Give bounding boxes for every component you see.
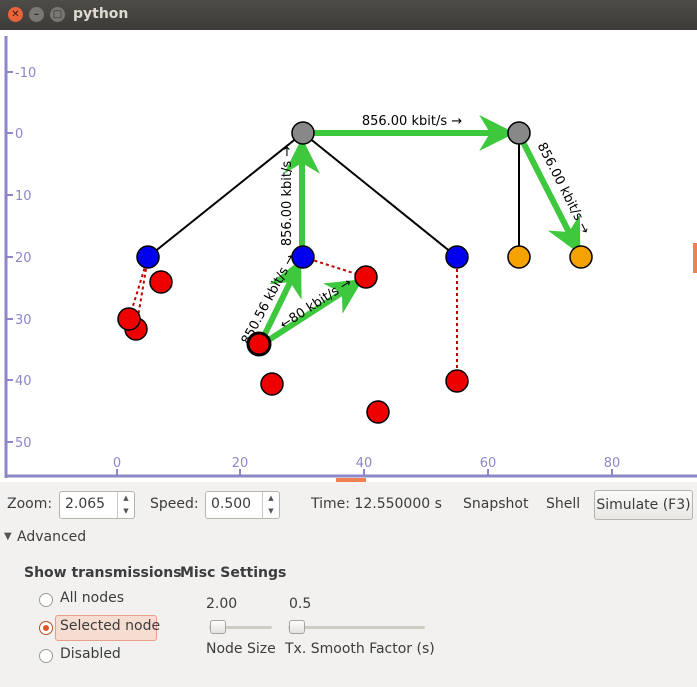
radio-disabled-label[interactable]: Disabled (60, 646, 121, 662)
x-tick-label: 40 (356, 456, 373, 471)
node-blue (445, 245, 469, 269)
node-red (445, 369, 469, 393)
link-label: 856.00 kbit/s → (280, 146, 295, 246)
network-canvas[interactable]: -10 0 10 20 30 40 50 0 20 40 60 80 856.0… (0, 30, 697, 482)
misc-settings-heading: Misc Settings (180, 565, 287, 581)
chevron-down-icon[interactable]: ▼ (263, 505, 279, 518)
node-size-label: Node Size (206, 641, 276, 657)
radio-selected-node[interactable] (39, 621, 53, 635)
smooth-factor-value: 0.5 (289, 596, 312, 612)
speed-label: Speed: (150, 496, 199, 512)
x-tick-label: 60 (480, 456, 497, 471)
show-transmissions-heading: Show transmissions (24, 565, 182, 581)
simulate-button[interactable]: Simulate (F3) (594, 490, 693, 520)
time-readout: Time: 12.550000 s (311, 496, 442, 512)
advanced-expander[interactable]: Advanced (17, 529, 86, 545)
node-red (354, 265, 378, 289)
y-tick-label: 20 (15, 251, 32, 266)
chevron-up-icon[interactable]: ▲ (263, 492, 279, 505)
x-scroll-marker (336, 478, 366, 482)
x-tick-label: 80 (604, 456, 621, 471)
maximize-icon[interactable]: □ (50, 7, 65, 22)
link-label: 850.56 kbit/s → (239, 251, 299, 347)
radio-all-nodes-label[interactable]: All nodes (60, 590, 124, 606)
node-red (260, 372, 284, 396)
node-red (366, 400, 390, 424)
y-scroll-marker (693, 243, 697, 273)
radio-disabled[interactable] (39, 649, 53, 663)
node-red (117, 307, 141, 331)
node-gray (291, 121, 315, 145)
zoom-value[interactable]: 2.065 (65, 496, 105, 512)
speed-value[interactable]: 0.500 (211, 496, 251, 512)
close-icon[interactable]: ✕ (8, 7, 23, 22)
y-tick-label: -10 (15, 66, 36, 81)
wired-links (147, 132, 582, 258)
y-tick-label: 10 (15, 189, 32, 204)
x-tick-label: 20 (232, 456, 249, 471)
snapshot-button[interactable]: Snapshot (463, 496, 528, 512)
speed-spinbutton[interactable]: 0.500 ▲ ▼ (205, 491, 280, 519)
shell-button[interactable]: Shell (546, 496, 580, 512)
window-titlebar: ✕ – □ python (0, 0, 697, 30)
y-tick-label: 30 (15, 313, 32, 328)
node-blue (136, 245, 160, 269)
node-red-selected (246, 331, 272, 357)
smooth-factor-slider[interactable] (288, 626, 425, 629)
zoom-stepper[interactable]: ▲ ▼ (117, 492, 134, 518)
x-ticks: 0 20 40 60 80 (113, 456, 620, 476)
expander-arrow-icon[interactable]: ▼ (4, 531, 12, 542)
window-title: python (73, 6, 129, 22)
chevron-down-icon[interactable]: ▼ (118, 505, 134, 518)
zoom-label: Zoom: (7, 496, 53, 512)
zoom-spinbutton[interactable]: 2.065 ▲ ▼ (59, 491, 135, 519)
network-plot[interactable]: -10 0 10 20 30 40 50 0 20 40 60 80 856.0… (0, 30, 697, 482)
link-label: 856.00 kbit/s → (362, 114, 462, 129)
node-orange (569, 245, 593, 269)
node-orange (507, 245, 531, 269)
node-gray (507, 121, 531, 145)
node-blue (291, 245, 315, 269)
chevron-up-icon[interactable]: ▲ (118, 492, 134, 505)
node-size-slider-handle[interactable] (210, 620, 226, 634)
radio-all-nodes[interactable] (39, 593, 53, 607)
speed-stepper[interactable]: ▲ ▼ (262, 492, 279, 518)
y-tick-label: 40 (15, 374, 32, 389)
node-size-value: 2.00 (206, 596, 238, 612)
y-ticks: -10 0 10 20 30 40 50 (6, 66, 36, 451)
node-red (149, 270, 173, 294)
smooth-factor-slider-handle[interactable] (289, 620, 305, 634)
y-tick-label: 50 (15, 436, 32, 451)
y-tick-label: 0 (15, 127, 23, 142)
x-tick-label: 0 (113, 456, 121, 471)
smooth-factor-label: Tx. Smooth Factor (s) (285, 641, 435, 657)
radio-selected-node-label[interactable]: Selected node (60, 618, 160, 634)
minimize-icon[interactable]: – (29, 7, 44, 22)
